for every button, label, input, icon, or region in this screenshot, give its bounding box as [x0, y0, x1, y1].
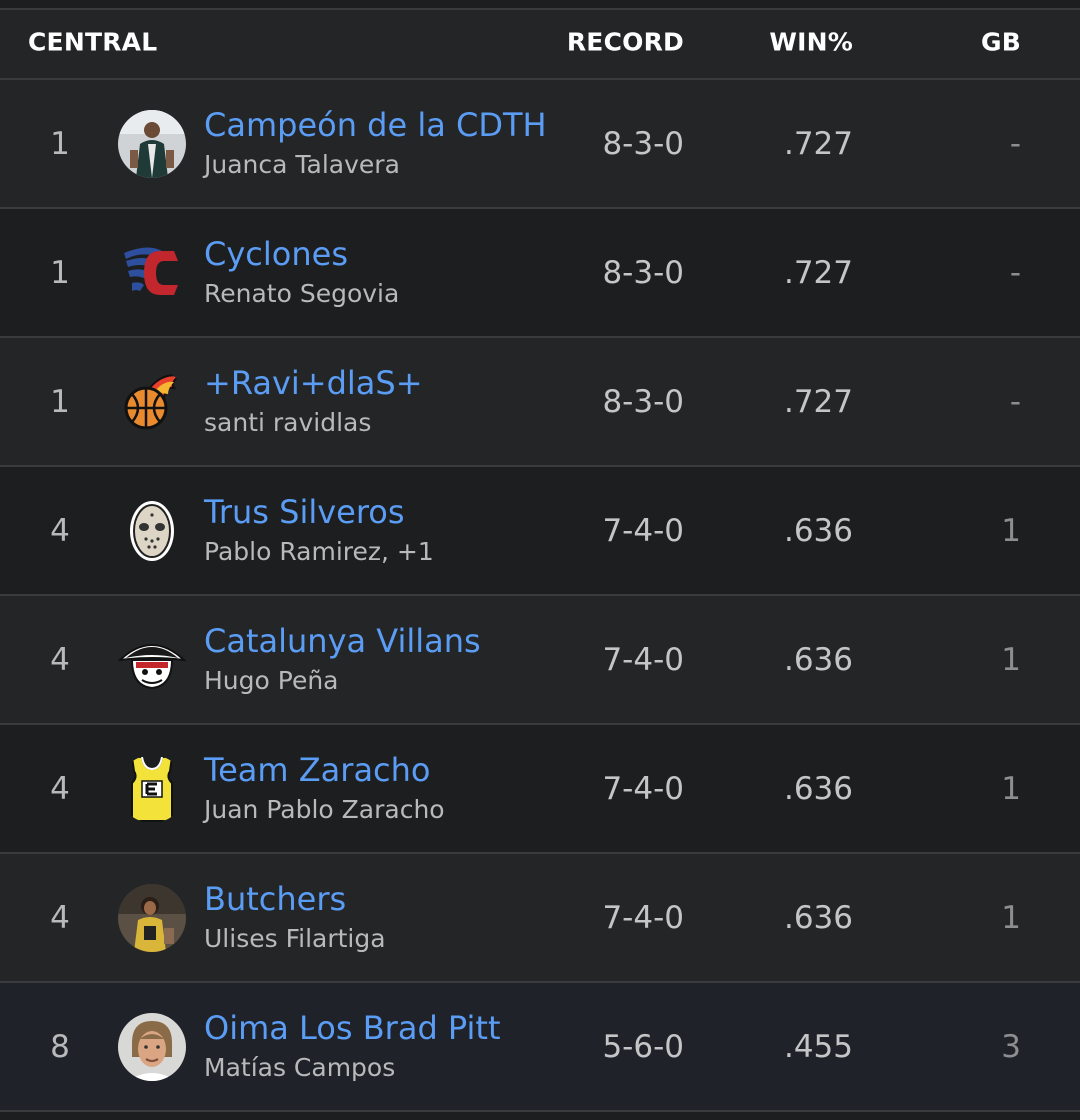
team-name-link[interactable]: Team Zaracho [204, 751, 431, 789]
standings-table: CENTRAL RECORD WIN% GB 1 Campeón de la C… [0, 0, 1080, 1120]
win-pct-cell: .636 [783, 641, 853, 678]
gb-cell: 1 [1001, 512, 1021, 549]
gb-cell: - [1009, 125, 1021, 162]
rank-cell: 8 [50, 1028, 70, 1065]
record-cell: 8-3-0 [602, 254, 684, 291]
table-row: 4 Butchers Ulises Filartiga 7-4-0 .636 1 [0, 854, 1080, 983]
rank-cell: 4 [50, 770, 70, 807]
team-name-link[interactable]: Cyclones [204, 235, 348, 273]
record-cell: 7-4-0 [602, 512, 684, 549]
win-pct-cell: .455 [783, 1028, 853, 1065]
gb-cell: 1 [1001, 899, 1021, 936]
manager-name: Pablo Ramirez, +1 [204, 537, 434, 566]
table-row: 1 Cyclones Renato Segovia 8-3-0 .727 - [0, 209, 1080, 338]
team-name-link[interactable]: Trus Silveros [204, 493, 405, 531]
record-cell: 7-4-0 [602, 770, 684, 807]
rank-cell: 4 [50, 641, 70, 678]
rank-cell: 4 [50, 512, 70, 549]
player-photo-avatar-icon[interactable] [118, 883, 186, 952]
win-pct-header[interactable]: WIN% [769, 28, 853, 57]
division-header: CENTRAL [28, 27, 158, 57]
person-photo-avatar-icon[interactable] [118, 1012, 186, 1081]
gb-cell: - [1009, 383, 1021, 420]
gb-cell: - [1009, 254, 1021, 291]
gb-cell: 3 [1001, 1028, 1021, 1065]
record-cell: 7-4-0 [602, 899, 684, 936]
manager-name: Matías Campos [204, 1053, 396, 1082]
record-header[interactable]: RECORD [567, 28, 684, 57]
yellow-jersey-logo-icon[interactable] [118, 754, 186, 823]
table-row: 4 Team Zaracho Juan Pablo Zaracho 7-4-0 … [0, 725, 1080, 854]
win-pct-cell: .636 [783, 899, 853, 936]
manager-name: santi ravidlas [204, 408, 372, 437]
table-row: 1 Campeón de la CDTH Juanca Talavera 8-3… [0, 80, 1080, 209]
rank-cell: 1 [50, 254, 70, 291]
team-name-link[interactable]: Catalunya Villans [204, 622, 481, 660]
pirate-skull-logo-icon[interactable] [118, 625, 186, 694]
table-row: 4 Catalunya Villans Hugo Peña 7-4-0 .636… [0, 596, 1080, 725]
manager-name: Juan Pablo Zaracho [204, 795, 445, 824]
win-pct-cell: .636 [783, 512, 853, 549]
manager-name: Hugo Peña [204, 666, 339, 695]
team-name-link[interactable]: Butchers [204, 880, 346, 918]
team-name-link[interactable]: Campeón de la CDTH [204, 106, 547, 144]
flaming-basketball-logo-icon[interactable] [118, 367, 186, 436]
win-pct-cell: .727 [783, 383, 853, 420]
record-cell: 5-6-0 [602, 1028, 684, 1065]
win-pct-cell: .727 [783, 254, 853, 291]
rank-cell: 1 [50, 125, 70, 162]
table-header: CENTRAL RECORD WIN% GB [0, 10, 1080, 78]
gb-cell: 1 [1001, 770, 1021, 807]
hockey-mask-logo-icon[interactable] [118, 496, 186, 565]
win-pct-cell: .636 [783, 770, 853, 807]
table-row: 1 +Ravi+dlaS+ santi ravidlas 8-3-0 .727 … [0, 338, 1080, 467]
cyclone-c-logo-icon[interactable] [118, 238, 186, 307]
player-photo-avatar-icon[interactable] [118, 109, 186, 178]
record-cell: 7-4-0 [602, 641, 684, 678]
rank-cell: 4 [50, 899, 70, 936]
gb-cell: 1 [1001, 641, 1021, 678]
manager-name: Juanca Talavera [204, 150, 400, 179]
team-name-link[interactable]: Oima Los Brad Pitt [204, 1009, 501, 1047]
record-cell: 8-3-0 [602, 383, 684, 420]
table-row: 8 Oima Los Brad Pitt Matías Campos 5-6-0… [0, 983, 1080, 1112]
gb-header[interactable]: GB [981, 28, 1021, 57]
record-cell: 8-3-0 [602, 125, 684, 162]
rank-cell: 1 [50, 383, 70, 420]
manager-name: Ulises Filartiga [204, 924, 386, 953]
team-name-link[interactable]: +Ravi+dlaS+ [204, 364, 423, 402]
manager-name: Renato Segovia [204, 279, 400, 308]
win-pct-cell: .727 [783, 125, 853, 162]
table-row: 4 Trus Silveros Pablo Ramirez, +1 7-4-0 … [0, 467, 1080, 596]
standings-rows: 1 Campeón de la CDTH Juanca Talavera 8-3… [0, 80, 1080, 1112]
